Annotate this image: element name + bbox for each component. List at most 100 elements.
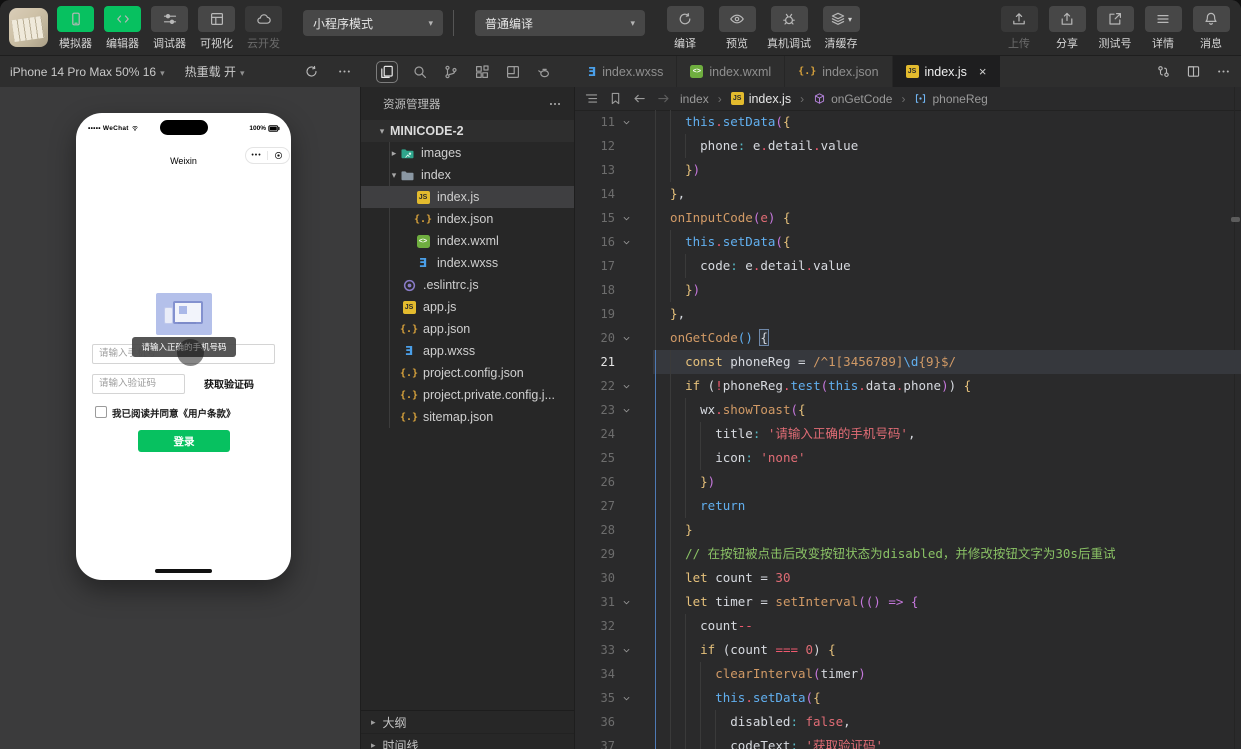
fold-chevron-icon[interactable] [615, 381, 637, 392]
fold-chevron-icon[interactable] [615, 333, 637, 344]
tree-item-index.wxml[interactable]: <> index.wxml [361, 230, 574, 252]
agreement-checkbox[interactable] [95, 406, 107, 418]
code-line-31[interactable]: 31 let timer = setInterval(() => { [575, 590, 1241, 614]
code-line-16[interactable]: 16 this.setData({ [575, 230, 1241, 254]
code-line-20[interactable]: 20 onGetCode() { [575, 326, 1241, 350]
code-line-19[interactable]: 19}, [575, 302, 1241, 326]
tree-item-images[interactable]: ▸ images [361, 142, 574, 164]
code-line-23[interactable]: 23 wx.showToast({ [575, 398, 1241, 422]
editor-layout-icon[interactable] [505, 64, 521, 80]
sync-icon[interactable] [1156, 64, 1171, 79]
toolbar-button-code-icon[interactable]: 编辑器 [99, 6, 146, 51]
code-line-34[interactable]: 34 clearInterval(timer) [575, 662, 1241, 686]
device-selector[interactable]: iPhone 14 Pro Max 50% 16 ▾ [10, 65, 165, 79]
toolbar-button-external-link-icon[interactable]: 测试号 [1091, 6, 1139, 51]
toolbar-button-sliders-icon[interactable]: 调试器 [146, 6, 193, 51]
fold-chevron-icon[interactable] [615, 237, 637, 248]
tab-index.json[interactable]: {.} index.json [785, 56, 893, 87]
tree-item-sitemap.json[interactable]: {.} sitemap.json [361, 406, 574, 428]
code-line-35[interactable]: 35 this.setData({ [575, 686, 1241, 710]
code-line-21[interactable]: 21 const phoneReg = /^1[3456789]\d{9}$/ [575, 350, 1241, 374]
fold-chevron-icon[interactable] [615, 645, 637, 656]
code-line-15[interactable]: 15 onInputCode(e) { [575, 206, 1241, 230]
tree-item-index.js[interactable]: JS index.js [361, 186, 574, 208]
breadcrumb-item-onGetCode[interactable]: onGetCode [813, 92, 892, 106]
tree-item-app.json[interactable]: {.} app.json [361, 318, 574, 340]
mode-dropdown[interactable]: 小程序模式 ▾ [303, 10, 443, 36]
fold-chevron-icon[interactable] [615, 117, 637, 128]
code-line-29[interactable]: 29 // 在按钮被点击后改变按钮状态为disabled，并修改按钮文字为30s后… [575, 542, 1241, 566]
tree-item-project.config.json[interactable]: {.} project.config.json [361, 362, 574, 384]
tree-item-index[interactable]: ▾ index [361, 164, 574, 186]
more-icon[interactable]: ••• [246, 152, 267, 159]
chevron-down-icon[interactable]: ▾ [389, 170, 399, 181]
code-line-12[interactable]: 12 phone: e.detail.value [575, 134, 1241, 158]
toolbar-button-menu-lines-icon[interactable]: 详情 [1139, 6, 1187, 51]
toolbar-button-layout-grid-icon[interactable]: 可视化 [193, 6, 240, 51]
arrow-left-icon[interactable] [632, 91, 647, 106]
teapot-icon[interactable] [536, 64, 552, 80]
minimize-target-icon[interactable] [268, 151, 289, 160]
code-line-17[interactable]: 17 code: e.detail.value [575, 254, 1241, 278]
close-icon[interactable]: × [979, 65, 987, 78]
explorer-section-大纲[interactable]: ▸ 大纲 [361, 711, 574, 734]
code-line-30[interactable]: 30 let count = 30 [575, 566, 1241, 590]
bookmark-icon[interactable] [608, 91, 623, 106]
fold-chevron-icon[interactable] [615, 597, 637, 608]
tab-index.js[interactable]: JS index.js × [892, 56, 1000, 87]
verification-code-input[interactable]: 请输入验证码 [92, 374, 185, 394]
tree-item-.eslintrc.js[interactable]: .eslintrc.js [361, 274, 574, 296]
toolbar-button-phone-icon[interactable]: 模拟器 [52, 6, 99, 51]
list-outline-icon[interactable] [584, 91, 599, 106]
code-line-24[interactable]: 24 title: '请输入正确的手机号码', [575, 422, 1241, 446]
tab-index.wxss[interactable]: Eindex.wxss [575, 56, 678, 87]
chevron-right-icon[interactable]: ▸ [389, 148, 399, 159]
toolbar-button-bell-icon[interactable]: 消息 [1187, 6, 1235, 51]
toolbar-button-eye-icon[interactable]: 预览 [711, 6, 763, 51]
code-area[interactable]: 11 this.setData({12 phone: e.detail.value 1… [575, 110, 1241, 749]
refresh-icon[interactable] [304, 64, 319, 79]
hot-reload-toggle[interactable]: 热重载 开 ▾ [185, 63, 245, 80]
code-line-32[interactable]: 32 count-- [575, 614, 1241, 638]
tree-item-project.private.config.j...[interactable]: {.} project.private.config.j... [361, 384, 574, 406]
extensions-icon[interactable] [474, 64, 490, 80]
tree-root-MINICODE-2[interactable]: ▾ MINICODE-2 [361, 120, 574, 142]
arrow-right-icon[interactable] [656, 91, 671, 106]
code-line-22[interactable]: 22 if (!phoneReg.test(this.data.phone)) { [575, 374, 1241, 398]
user-avatar[interactable] [9, 8, 48, 47]
get-code-button[interactable]: 获取验证码 [204, 376, 254, 391]
more-icon[interactable] [1216, 64, 1231, 79]
compile-dropdown[interactable]: 普通编译 ▾ [475, 10, 645, 36]
tree-item-index.json[interactable]: {.} index.json [361, 208, 574, 230]
split-editor-icon[interactable] [1186, 64, 1201, 79]
capsule-menu[interactable]: ••• [245, 147, 290, 164]
tree-item-app.js[interactable]: JS app.js [361, 296, 574, 318]
files-copy-icon[interactable] [376, 60, 398, 83]
more-icon[interactable] [337, 64, 352, 79]
code-line-27[interactable]: 27 return [575, 494, 1241, 518]
tab-index.wxml[interactable]: <> index.wxml [677, 56, 786, 87]
code-line-11[interactable]: 11 this.setData({ [575, 110, 1241, 134]
code-line-36[interactable]: 36 disabled: false, [575, 710, 1241, 734]
git-branch-icon[interactable] [443, 64, 459, 80]
toolbar-button-bug-icon[interactable]: 真机调试 [763, 6, 815, 51]
code-line-13[interactable]: 13}) [575, 158, 1241, 182]
code-line-37[interactable]: 37 codeText: '获取验证码' [575, 734, 1241, 749]
search-icon[interactable] [412, 64, 428, 80]
breadcrumb-item-phoneReg[interactable]: phoneReg [914, 92, 988, 106]
code-line-18[interactable]: 18}) [575, 278, 1241, 302]
toolbar-button-layers-icon[interactable]: ▾ 清缓存 [815, 6, 867, 51]
code-line-33[interactable]: 33 if (count === 0) { [575, 638, 1241, 662]
breadcrumb-item-index[interactable]: index [680, 92, 709, 106]
fold-chevron-icon[interactable] [615, 213, 637, 224]
more-icon[interactable] [548, 97, 562, 111]
tree-item-app.wxss[interactable]: Eapp.wxss [361, 340, 574, 362]
fold-chevron-icon[interactable] [615, 405, 637, 416]
toolbar-button-refresh-icon[interactable]: 编译 [659, 6, 711, 51]
code-line-26[interactable]: 26}) [575, 470, 1241, 494]
code-line-14[interactable]: 14}, [575, 182, 1241, 206]
breadcrumb-item-index.js[interactable]: JS index.js [730, 92, 791, 106]
toolbar-button-share-icon[interactable]: 分享 [1043, 6, 1091, 51]
code-line-28[interactable]: 28} [575, 518, 1241, 542]
chevron-down-icon[interactable]: ▾ [377, 126, 387, 137]
